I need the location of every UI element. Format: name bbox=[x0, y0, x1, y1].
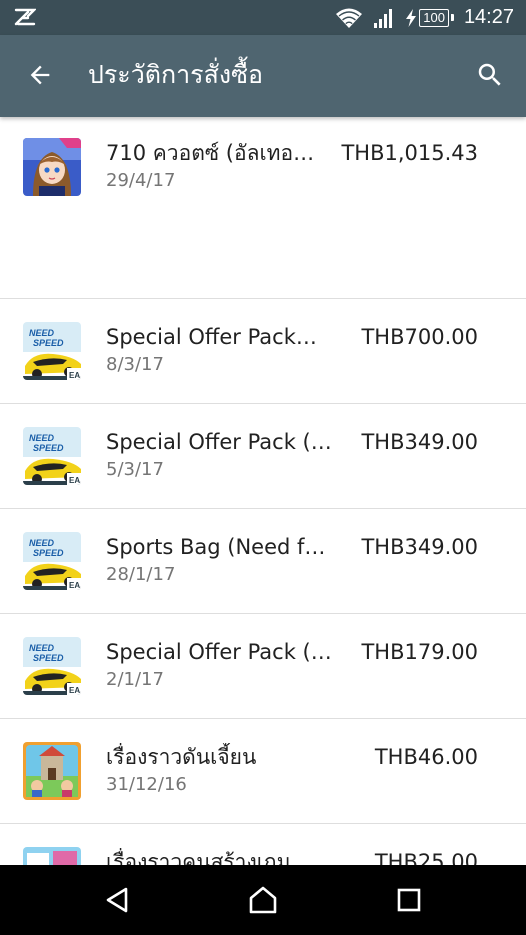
status-bar: 100 14:27 bbox=[0, 0, 526, 35]
game-dev-story-icon bbox=[23, 847, 81, 865]
purchase-name: 710 ควอตซ์ (อัลเทอ… bbox=[106, 141, 315, 165]
back-button[interactable] bbox=[22, 57, 58, 93]
purchase-price: THB1,015.43 bbox=[341, 141, 478, 165]
svg-text:SPEED: SPEED bbox=[33, 548, 64, 558]
svg-text:SPEED: SPEED bbox=[33, 653, 64, 663]
purchase-name: Sports Bag (Need for… bbox=[106, 535, 334, 559]
purchase-price: THB700.00 bbox=[361, 325, 478, 349]
purchase-name: Special Offer Pack (… bbox=[106, 430, 332, 454]
svg-text:NEED: NEED bbox=[29, 433, 55, 443]
search-button[interactable] bbox=[472, 57, 508, 93]
purchase-price: THB46.00 bbox=[374, 745, 478, 769]
purchase-history-list: 710 ควอตซ์ (อัลเทอ… 29/4/17 THB1,015.43 … bbox=[0, 117, 526, 865]
system-nav-bar bbox=[0, 865, 526, 935]
nav-recents-button[interactable] bbox=[391, 882, 427, 918]
purchase-row[interactable]: เรื่องราวคนสร้างเกม THB25.00 bbox=[0, 824, 526, 865]
svg-text:EA: EA bbox=[69, 371, 80, 380]
home-icon bbox=[249, 886, 277, 914]
battery-tip bbox=[450, 14, 454, 21]
purchase-row[interactable]: NEED SPEED EA Special Offer Pack (… 5/3/… bbox=[0, 404, 526, 509]
purchase-date: 28/1/17 bbox=[106, 564, 176, 585]
purchase-price: THB349.00 bbox=[361, 535, 478, 559]
svg-text:SPEED: SPEED bbox=[33, 338, 64, 348]
need-for-speed-icon: NEED SPEED EA bbox=[23, 532, 81, 590]
purchase-name: Special Offer Pack (… bbox=[106, 640, 332, 664]
battery-icon: 100 bbox=[419, 8, 449, 27]
clock: 14:27 bbox=[463, 6, 514, 28]
purchase-name: เรื่องราวคนสร้างเกม bbox=[106, 850, 291, 865]
app-toolbar: ประวัติการสั่งซื้อ bbox=[0, 35, 526, 117]
svg-text:EA: EA bbox=[69, 476, 80, 485]
svg-text:NEED: NEED bbox=[29, 538, 55, 548]
page-title: ประวัติการสั่งซื้อ bbox=[88, 60, 264, 89]
purchase-price: THB25.00 bbox=[374, 850, 478, 865]
battery-indicator: 100 bbox=[405, 8, 454, 27]
purchase-date: 31/12/16 bbox=[106, 774, 187, 795]
purchase-row[interactable]: NEED SPEED EA Special Offer Pack (… 2/1/… bbox=[0, 614, 526, 719]
need-for-speed-icon: NEED SPEED EA bbox=[23, 637, 81, 695]
wifi-icon bbox=[336, 8, 363, 28]
signal-icon bbox=[374, 8, 393, 28]
recents-icon bbox=[397, 888, 421, 912]
need-for-speed-icon: NEED SPEED EA bbox=[23, 322, 81, 380]
notification-app-icon bbox=[14, 8, 36, 26]
triangle-back-icon bbox=[106, 887, 128, 913]
purchase-name: Special Offer Pack…… bbox=[106, 325, 334, 349]
svg-text:EA: EA bbox=[69, 686, 80, 695]
purchase-date: 2/1/17 bbox=[106, 669, 164, 690]
search-icon bbox=[478, 63, 501, 86]
anime-game-icon bbox=[23, 138, 81, 196]
purchase-row[interactable]: เรื่องราวดันเจี้ยน 31/12/16 THB46.00 bbox=[0, 719, 526, 824]
svg-text:NEED: NEED bbox=[29, 643, 55, 653]
purchase-row[interactable]: 710 ควอตซ์ (อัลเทอ… 29/4/17 THB1,015.43 bbox=[0, 117, 526, 299]
svg-text:SPEED: SPEED bbox=[33, 443, 64, 453]
nav-back-button[interactable] bbox=[99, 882, 135, 918]
dungeon-game-icon bbox=[23, 742, 81, 800]
nav-home-button[interactable] bbox=[245, 882, 281, 918]
purchase-row[interactable]: NEED SPEED EA Sports Bag (Need for… 28/1… bbox=[0, 509, 526, 614]
purchase-price: THB349.00 bbox=[361, 430, 478, 454]
need-for-speed-icon: NEED SPEED EA bbox=[23, 427, 81, 485]
svg-text:EA: EA bbox=[69, 581, 80, 590]
purchase-date: 8/3/17 bbox=[106, 354, 164, 375]
purchase-row[interactable]: NEED SPEED EA Special Offer Pack…… 8/3/1… bbox=[0, 299, 526, 404]
charging-icon bbox=[406, 8, 417, 27]
arrow-back-icon bbox=[30, 65, 50, 85]
purchase-name: เรื่องราวดันเจี้ยน bbox=[106, 745, 257, 769]
purchase-price: THB179.00 bbox=[361, 640, 478, 664]
purchase-date: 29/4/17 bbox=[106, 170, 176, 191]
svg-text:NEED: NEED bbox=[29, 328, 55, 338]
purchase-date: 5/3/17 bbox=[106, 459, 164, 480]
